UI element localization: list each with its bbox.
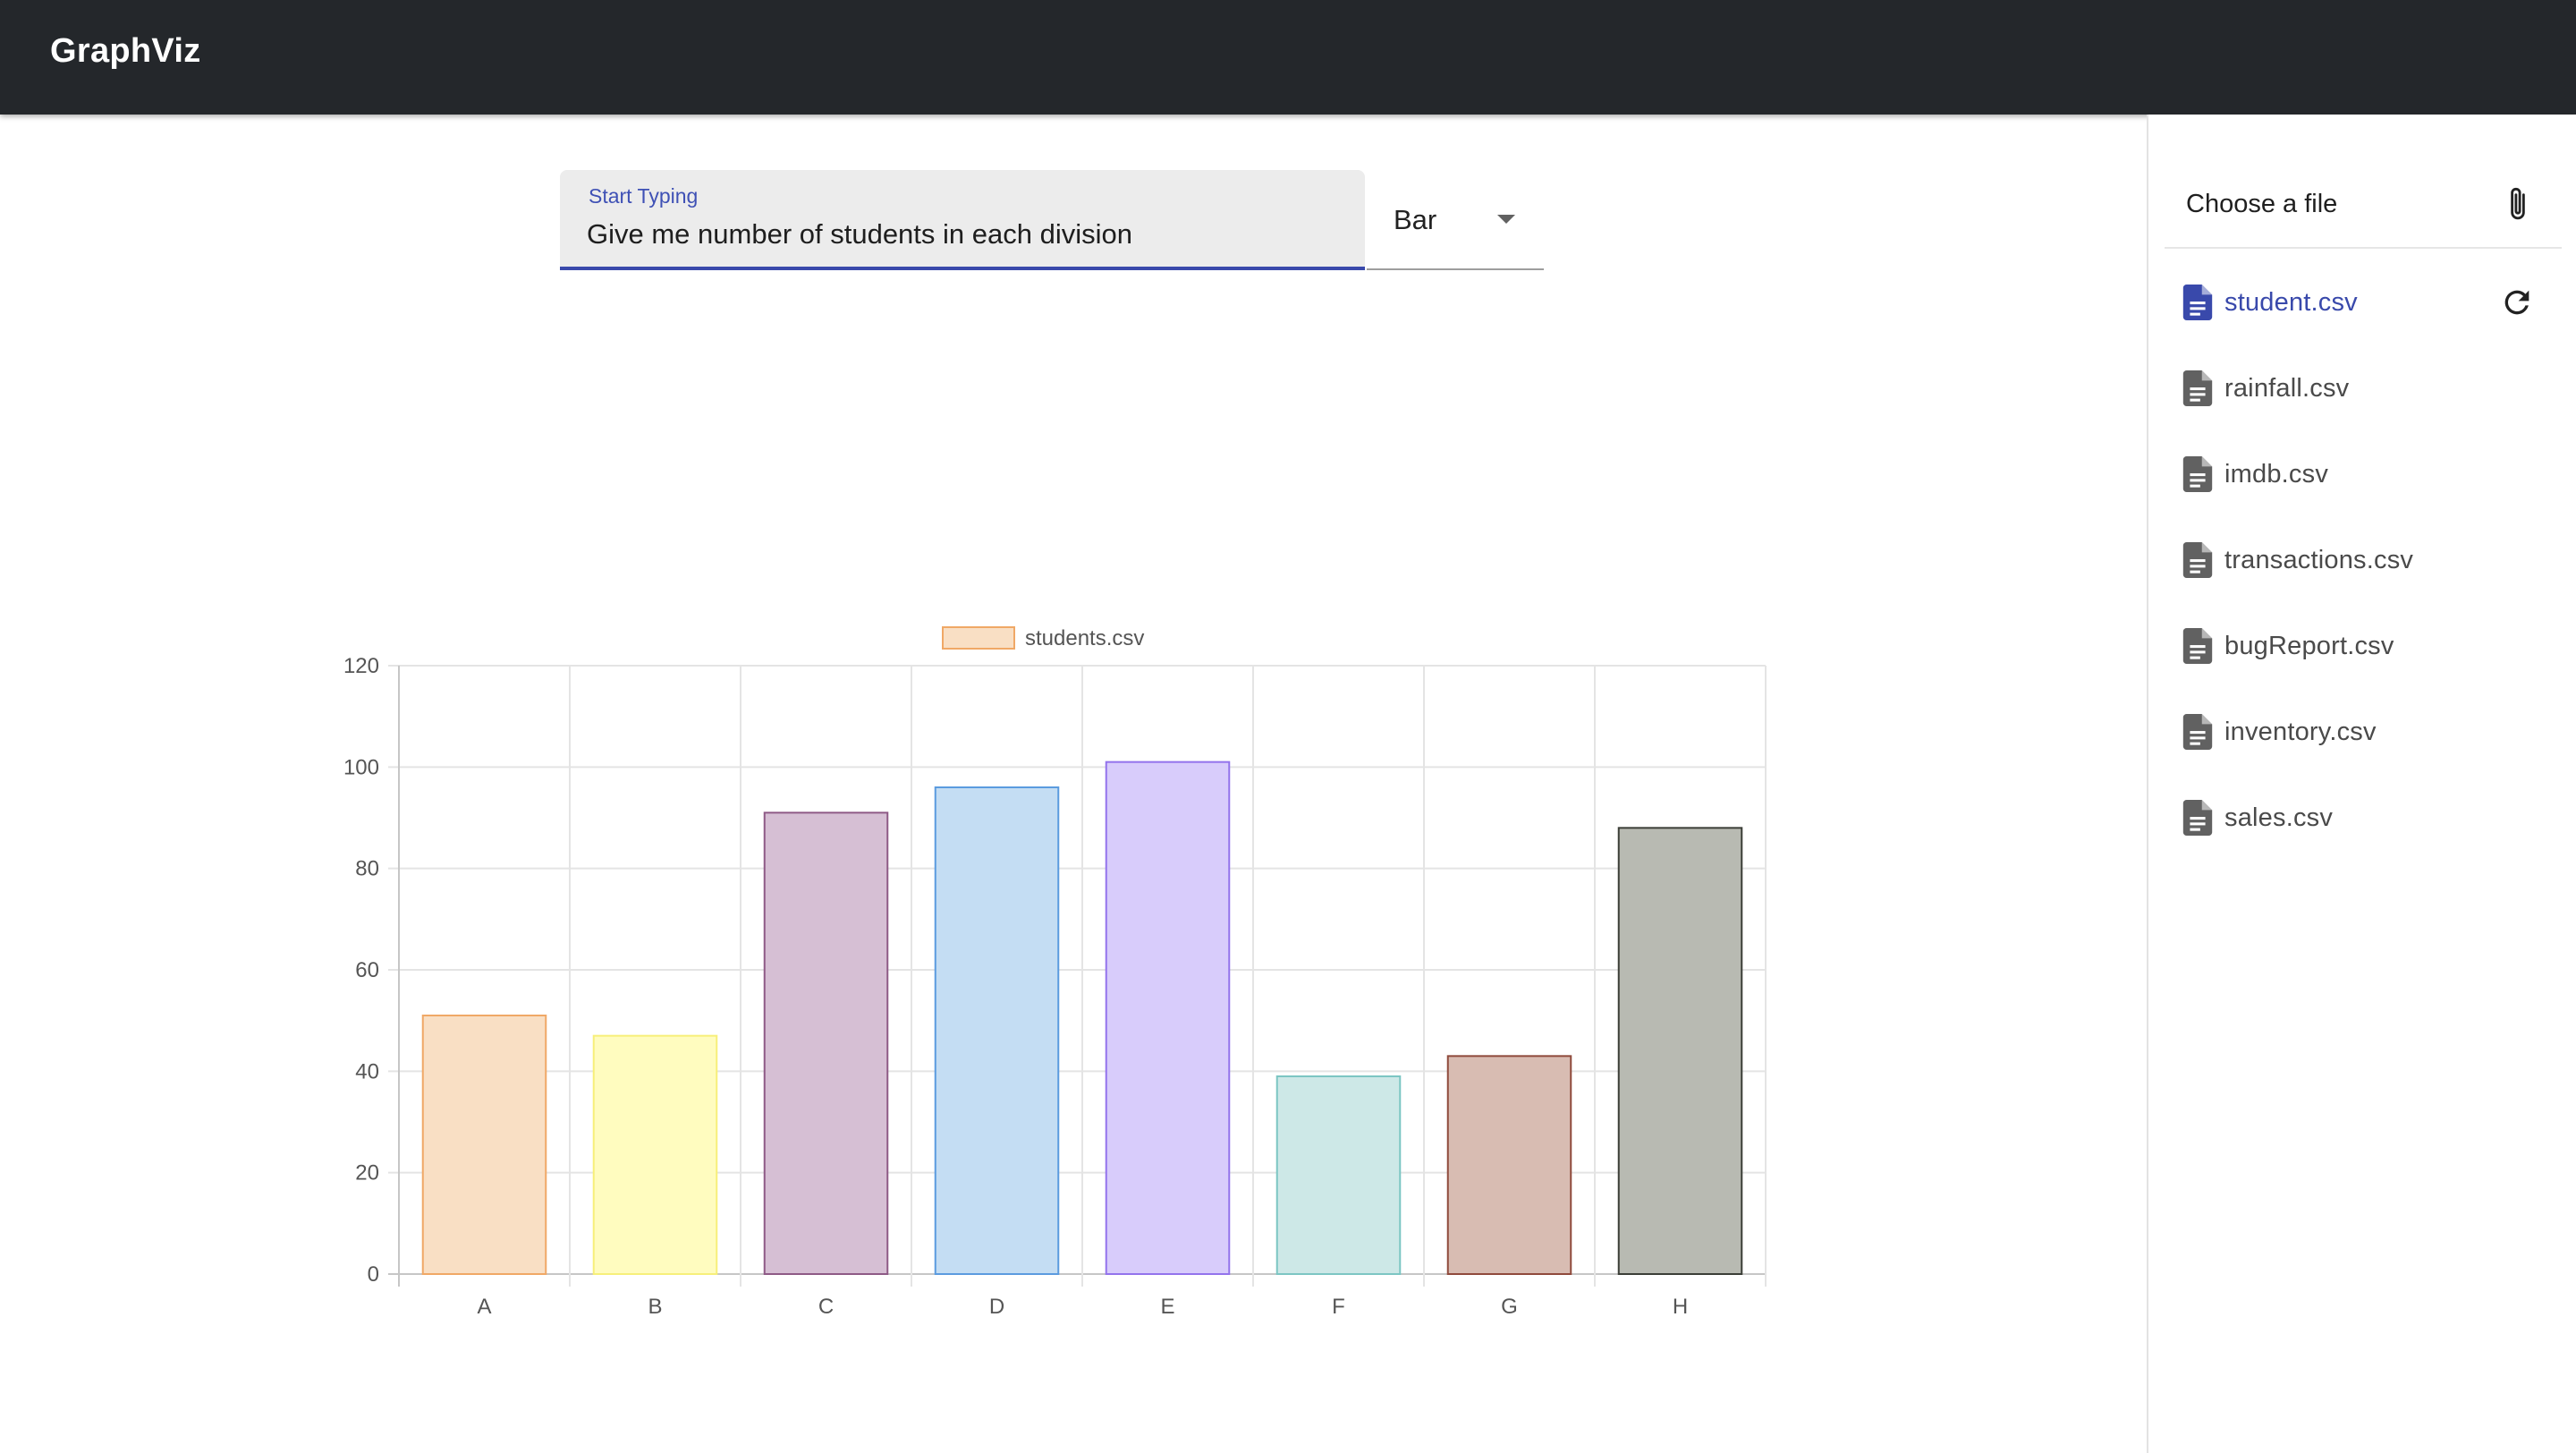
paperclip-icon[interactable] [2503, 184, 2533, 225]
file-list: student.csv rainfall.csv imdb.csv transacti… [2148, 267, 2576, 868]
query-label: Start Typing [589, 184, 699, 208]
x-tick-label: H [1673, 1295, 1688, 1319]
x-tick-label: D [989, 1295, 1004, 1319]
document-icon [2182, 628, 2213, 664]
file-name: rainfall.csv [2224, 374, 2350, 403]
y-tick-label: 0 [368, 1262, 379, 1287]
file-item[interactable]: student.csv [2148, 267, 2576, 353]
query-input[interactable] [587, 215, 1338, 254]
file-item[interactable]: rainfall.csv [2148, 353, 2576, 438]
chart-type-select[interactable]: Bar [1367, 170, 1544, 270]
y-tick-label: 20 [355, 1161, 379, 1185]
y-tick-label: 40 [355, 1059, 379, 1083]
app-title: GraphViz [50, 32, 201, 70]
bar [1105, 760, 1231, 1275]
file-item[interactable]: sales.csv [2148, 782, 2576, 868]
y-tick-label: 100 [343, 755, 379, 779]
document-icon [2182, 714, 2213, 750]
legend-swatch [942, 626, 1015, 650]
bar [421, 1015, 547, 1275]
file-item[interactable]: inventory.csv [2148, 696, 2576, 782]
refresh-icon[interactable] [2499, 285, 2535, 320]
file-name: transactions.csv [2224, 546, 2414, 574]
caret-down-icon[interactable] [1497, 215, 1515, 224]
app-bar: GraphViz [0, 0, 2576, 115]
x-tick-label: F [1332, 1295, 1345, 1319]
bar [592, 1034, 718, 1276]
file-name: inventory.csv [2224, 718, 2377, 746]
y-tick-label: 60 [355, 958, 379, 982]
y-tick-label: 80 [355, 857, 379, 881]
document-icon [2182, 456, 2213, 492]
bar [934, 786, 1060, 1275]
x-tick-label: B [648, 1295, 662, 1319]
document-icon [2182, 800, 2213, 836]
legend-label: students.csv [1025, 626, 1144, 650]
file-name: sales.csv [2224, 803, 2334, 832]
y-tick-label: 120 [343, 654, 379, 678]
bar [763, 811, 889, 1276]
file-item[interactable]: bugReport.csv [2148, 610, 2576, 696]
x-tick-label: A [477, 1295, 491, 1319]
bar [1446, 1055, 1572, 1275]
bar [1275, 1075, 1402, 1275]
file-chooser[interactable]: Choose a file [2165, 150, 2562, 249]
file-name: bugReport.csv [2224, 632, 2394, 660]
file-item[interactable]: transactions.csv [2148, 524, 2576, 610]
file-sidebar: Choose a file student.csv rainfall.csv imd… [2147, 115, 2576, 1453]
file-name: imdb.csv [2224, 460, 2329, 489]
file-name: student.csv [2224, 288, 2358, 317]
bar [1617, 827, 1743, 1275]
file-item[interactable]: imdb.csv [2148, 438, 2576, 524]
document-icon [2182, 285, 2213, 320]
file-chooser-label: Choose a file [2186, 190, 2338, 218]
x-tick-label: E [1160, 1295, 1174, 1319]
document-icon [2182, 542, 2213, 578]
document-icon [2182, 370, 2213, 406]
chart-type-value: Bar [1394, 204, 1437, 235]
x-tick-label: C [818, 1295, 834, 1319]
x-tick-label: G [1501, 1295, 1518, 1319]
bar-chart: 0 20 40 60 80 100 120 A B C D E F G Hstudents.csv [343, 626, 1767, 1319]
query-field[interactable]: Start Typing [560, 170, 1365, 270]
